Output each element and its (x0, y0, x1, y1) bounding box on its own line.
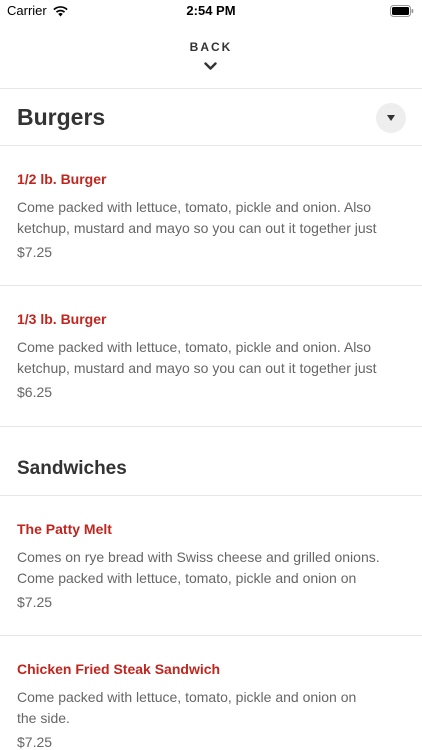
collapse-toggle-button[interactable] (376, 103, 406, 133)
back-label: BACK (189, 40, 233, 54)
item-divider (0, 285, 422, 286)
item-description: Come packed with lettuce, tomato, pickle… (17, 689, 357, 726)
section-title-sandwiches: Sandwiches (17, 458, 127, 479)
triangle-down-icon (387, 115, 395, 121)
item-price: $7.25 (17, 594, 53, 610)
item-name: 1/3 lb. Burger (17, 311, 107, 327)
item-price: $6.25 (17, 384, 53, 400)
menu-item[interactable]: 1/3 lb. Burger Come packed with lettuce,… (0, 311, 422, 411)
menu-item[interactable]: Chicken Fried Steak Sandwich Come packed… (0, 661, 422, 750)
back-button[interactable]: BACK (0, 34, 422, 88)
item-price: $7.25 (17, 734, 53, 750)
item-divider (0, 635, 422, 636)
section-divider (0, 426, 422, 427)
chevron-down-icon (204, 62, 217, 70)
item-name: The Patty Melt (17, 521, 112, 537)
status-bar: Carrier 2:54 PM (0, 0, 422, 24)
menu-item[interactable]: 1/2 lb. Burger Come packed with lettuce,… (0, 171, 422, 271)
item-description: Comes on rye bread with Swiss cheese and… (17, 549, 380, 586)
item-description: Come packed with lettuce, tomato, pickle… (17, 339, 377, 376)
item-description: Come packed with lettuce, tomato, pickle… (17, 199, 377, 236)
section-divider (0, 145, 422, 146)
section-divider (0, 495, 422, 496)
item-price: $7.25 (17, 244, 53, 260)
item-name: 1/2 lb. Burger (17, 171, 107, 187)
header-divider (0, 88, 422, 89)
menu-item[interactable]: The Patty Melt Comes on rye bread with S… (0, 521, 422, 621)
battery-icon (390, 5, 414, 17)
item-name: Chicken Fried Steak Sandwich (17, 661, 221, 677)
status-time: 2:54 PM (186, 3, 236, 18)
section-title-burgers: Burgers (17, 104, 106, 130)
